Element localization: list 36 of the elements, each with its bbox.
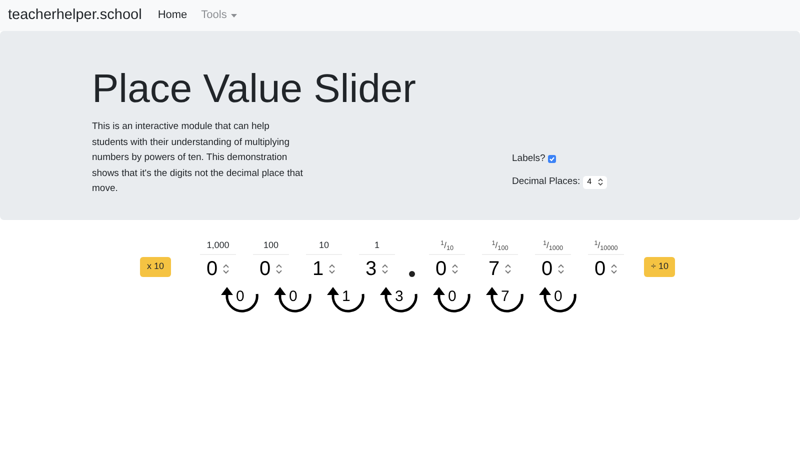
place-label: $^{1}$/$_{1000}$ (542, 238, 564, 252)
spinner-icon[interactable] (610, 262, 618, 274)
spinner-icon[interactable] (328, 262, 336, 274)
page-title: Place Value Slider (92, 69, 417, 109)
divide-button[interactable]: ÷ 10 (644, 257, 676, 277)
moving-digit: 3 (395, 289, 404, 304)
nav-link[interactable]: Home (158, 7, 188, 24)
labels-checkbox[interactable] (548, 155, 556, 164)
spinner-icon[interactable] (556, 262, 565, 274)
place-label: $^{1}$/$_{100}$ (492, 238, 508, 252)
caret-icon (230, 14, 237, 18)
decimal-point (409, 271, 416, 277)
place-label: $^{1}$/$_{10}$ (440, 238, 454, 252)
brand-link[interactable]: teacherhelper.school (8, 4, 142, 26)
place-label: 10 (319, 239, 330, 252)
place-label: 100 (264, 239, 279, 252)
description: This is an interactive module that can help students with their understanding of multiplying numbers by powers of ten. This demonstration shows that it's the digits not the decimal place that move. (92, 120, 304, 196)
place-label: 1 (374, 239, 380, 252)
spinner-icon[interactable] (380, 262, 389, 274)
multiply-button[interactable]: x 10 (140, 257, 172, 277)
spinner-icon[interactable] (504, 262, 512, 274)
chevron-updown-icon (598, 178, 603, 186)
spinner-icon[interactable] (222, 262, 230, 274)
moving-digit: 1 (342, 289, 350, 304)
place-label: 1,000 (206, 239, 230, 252)
moving-digit: 0 (554, 289, 562, 304)
spinner-icon[interactable] (450, 262, 459, 274)
moving-digit: 7 (501, 289, 510, 304)
moving-digit: 0 (448, 289, 456, 304)
place-label: $^{1}$/$_{10000}$ (594, 238, 618, 252)
decimal-places-label: Decimal Places: (512, 175, 580, 190)
spinner-icon[interactable] (274, 262, 283, 274)
decimal-places-select[interactable]: 4 (583, 176, 607, 189)
moving-digit: 0 (236, 289, 244, 304)
moving-digit: 0 (289, 289, 298, 304)
labels-label: Labels? (512, 152, 546, 166)
